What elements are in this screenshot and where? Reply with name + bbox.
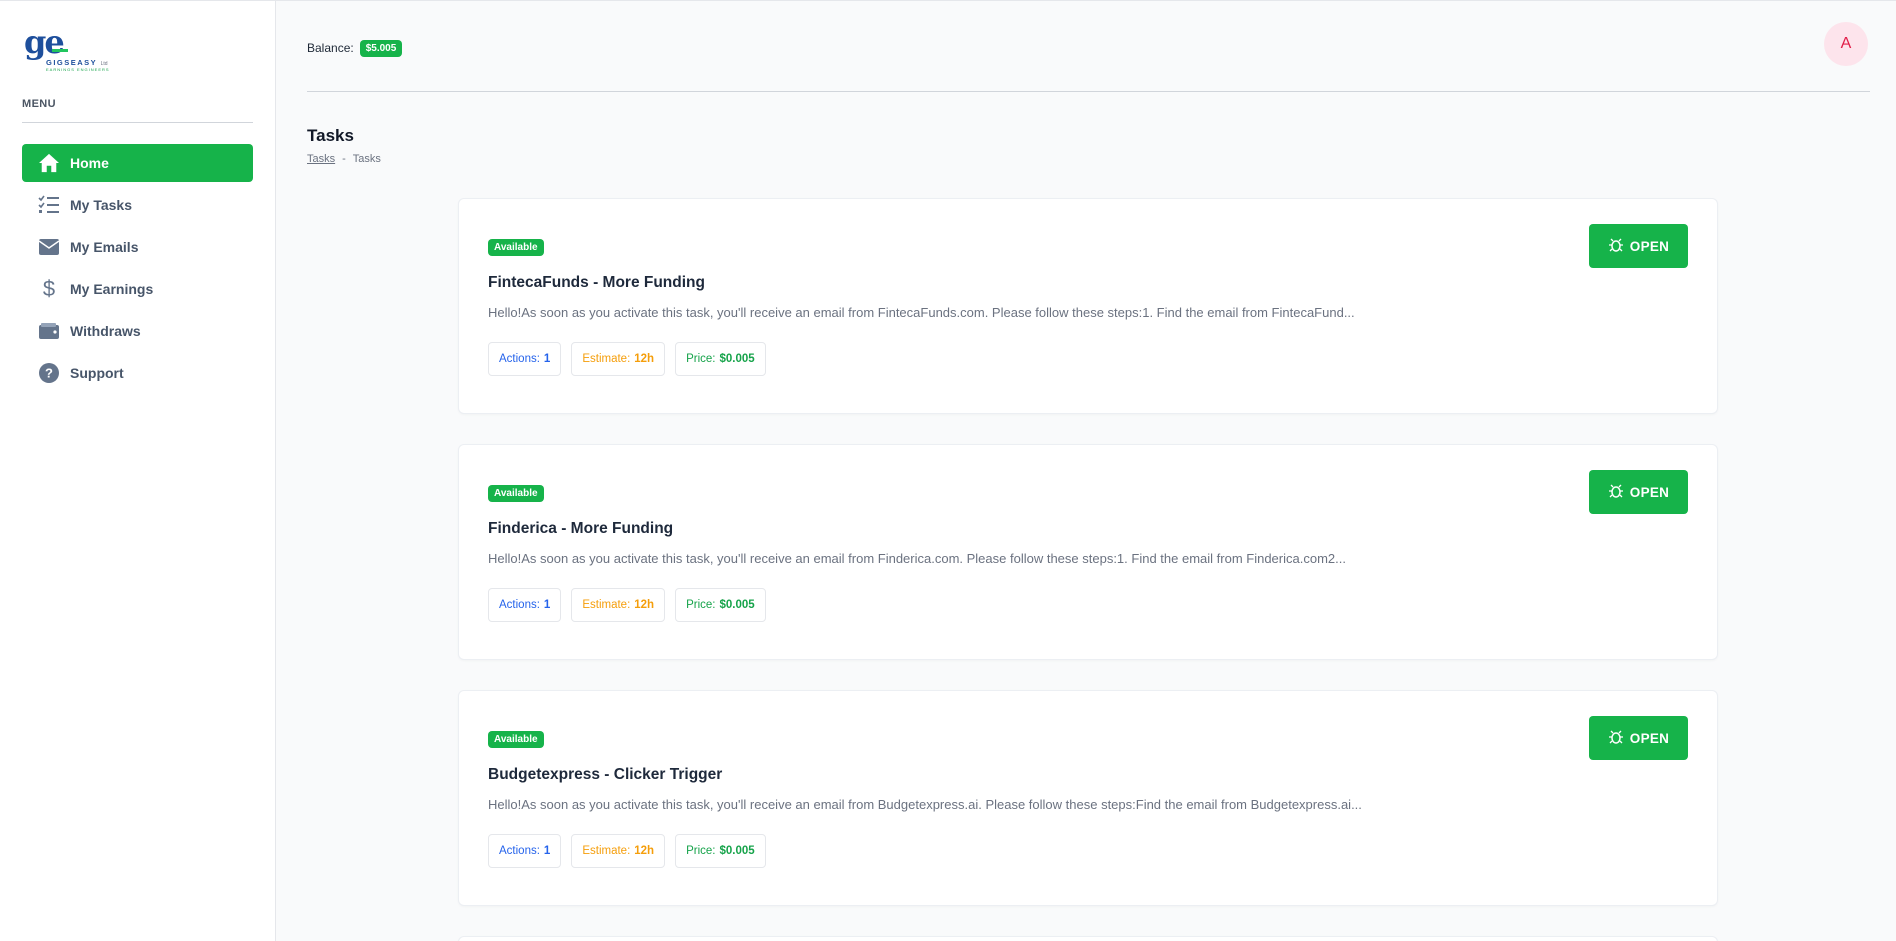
task-card: Available Finderica - More Funding Hello…	[458, 444, 1718, 660]
open-task-button[interactable]: OPEN	[1589, 224, 1688, 268]
estimate-chip: Estimate: 12h	[571, 834, 666, 868]
open-button-label: OPEN	[1629, 484, 1670, 500]
estimate-chip: Estimate: 12h	[571, 588, 666, 622]
sidebar-item-withdraws[interactable]: Withdraws	[22, 312, 253, 350]
open-button-label: OPEN	[1629, 730, 1670, 746]
sidebar-item-label: Support	[70, 365, 124, 381]
home-icon	[38, 152, 60, 174]
sidebar: ge GIGSEASY Ltd EARNINGS ENGINEERS MENU …	[0, 1, 276, 941]
topbar: Balance: $5.005 A	[307, 1, 1870, 92]
dollar-icon: $	[42, 276, 56, 301]
breadcrumb-separator: -	[342, 153, 346, 165]
sidebar-item-label: My Emails	[70, 239, 139, 255]
actions-chip: Actions: 1	[488, 588, 562, 622]
sidebar-item-label: Home	[70, 155, 109, 171]
breadcrumb: Tasks - Tasks	[307, 153, 1870, 165]
price-chip: Price: $0.005	[675, 588, 766, 622]
price-chip: Price: $0.005	[675, 834, 766, 868]
breadcrumb-current: Tasks	[352, 153, 381, 165]
page-title: Tasks	[307, 126, 354, 145]
status-badge: Available	[488, 239, 544, 256]
open-task-button[interactable]: OPEN	[1589, 470, 1688, 514]
app-root: ge GIGSEASY Ltd EARNINGS ENGINEERS MENU …	[0, 0, 1896, 941]
sidebar-item-support[interactable]: ? Support	[22, 354, 253, 392]
balance-label: Balance:	[307, 41, 354, 55]
open-task-button[interactable]: OPEN	[1589, 716, 1688, 760]
balance: Balance: $5.005	[307, 39, 403, 57]
actions-chip: Actions: 1	[488, 834, 562, 868]
question-icon: ?	[38, 362, 60, 384]
logo-mark: ge	[24, 26, 114, 58]
status-badge: Available	[488, 731, 544, 748]
menu-title: MENU	[22, 98, 253, 123]
actions-chip: Actions: 1	[488, 342, 562, 376]
task-meta: Actions: 1 Estimate: 12h Price: $0.005	[488, 588, 1688, 622]
task-description: Hello!As soon as you activate this task,…	[488, 797, 1362, 812]
task-card-partial	[458, 936, 1718, 941]
sidebar-item-my-tasks[interactable]: My Tasks	[22, 186, 253, 224]
wallet-icon	[38, 320, 60, 342]
task-meta: Actions: 1 Estimate: 12h Price: $0.005	[488, 834, 1688, 868]
sidebar-item-label: My Tasks	[70, 197, 132, 213]
sidebar-item-my-earnings[interactable]: $ My Earnings	[22, 270, 253, 308]
logo-tagline: EARNINGS ENGINEERS	[46, 67, 110, 72]
bug-icon	[1608, 237, 1624, 256]
task-meta: Actions: 1 Estimate: 12h Price: $0.005	[488, 342, 1688, 376]
estimate-chip: Estimate: 12h	[571, 342, 666, 376]
bug-icon	[1608, 729, 1624, 748]
open-button-label: OPEN	[1629, 238, 1670, 254]
task-card: Available Budgetexpress - Clicker Trigge…	[458, 690, 1718, 906]
task-card: Available FintecaFunds - More Funding He…	[458, 198, 1718, 414]
svg-text:?: ?	[45, 366, 53, 381]
logo[interactable]: ge GIGSEASY Ltd EARNINGS ENGINEERS	[24, 26, 114, 72]
status-badge: Available	[488, 485, 544, 502]
task-title[interactable]: FintecaFunds - More Funding	[488, 274, 1688, 292]
breadcrumb-link-tasks[interactable]: Tasks	[307, 153, 335, 165]
page-header: Tasks Tasks - Tasks	[307, 126, 1870, 165]
sidebar-nav: Home My Tasks My Emails $ My Earnings Wi…	[22, 144, 253, 392]
task-list-icon	[38, 194, 60, 216]
envelope-icon	[38, 236, 60, 258]
task-title[interactable]: Finderica - More Funding	[488, 520, 1688, 538]
bug-icon	[1608, 483, 1624, 502]
main-content: Balance: $5.005 A Tasks Tasks - Tasks Av…	[276, 1, 1896, 941]
avatar[interactable]: A	[1824, 22, 1868, 66]
sidebar-item-label: My Earnings	[70, 281, 154, 297]
balance-badge: $5.005	[359, 39, 403, 57]
task-title[interactable]: Budgetexpress - Clicker Trigger	[488, 766, 1688, 784]
sidebar-item-my-emails[interactable]: My Emails	[22, 228, 253, 266]
task-description: Hello!As soon as you activate this task,…	[488, 305, 1355, 320]
sidebar-item-home[interactable]: Home	[22, 144, 253, 182]
price-chip: Price: $0.005	[675, 342, 766, 376]
sidebar-item-label: Withdraws	[70, 323, 141, 339]
task-list: Available FintecaFunds - More Funding He…	[458, 198, 1718, 941]
task-description: Hello!As soon as you activate this task,…	[488, 551, 1346, 566]
